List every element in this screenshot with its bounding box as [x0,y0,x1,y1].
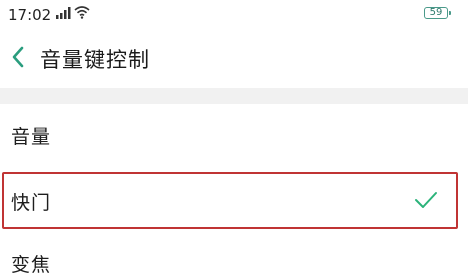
battery-level: 59 [429,7,443,18]
status-bar: 17:02 59 [0,0,468,30]
option-shutter[interactable]: 快门 [0,170,468,233]
option-label: 变焦 [11,254,52,276]
option-volume[interactable]: 音量 [0,106,468,166]
checkmark-icon [415,192,437,208]
battery-icon: 59 [424,7,451,19]
option-zoom[interactable]: 变焦 [0,236,468,279]
option-label: 快门 [11,192,52,214]
status-time: 17:02 [8,6,52,24]
back-arrow-icon[interactable] [10,44,26,70]
signal-icon [56,7,71,19]
wifi-icon [74,6,90,19]
section-divider [0,88,468,104]
page-title: 音量键控制 [40,48,150,72]
header: 音量键控制 [0,34,468,82]
option-label: 音量 [11,126,52,148]
